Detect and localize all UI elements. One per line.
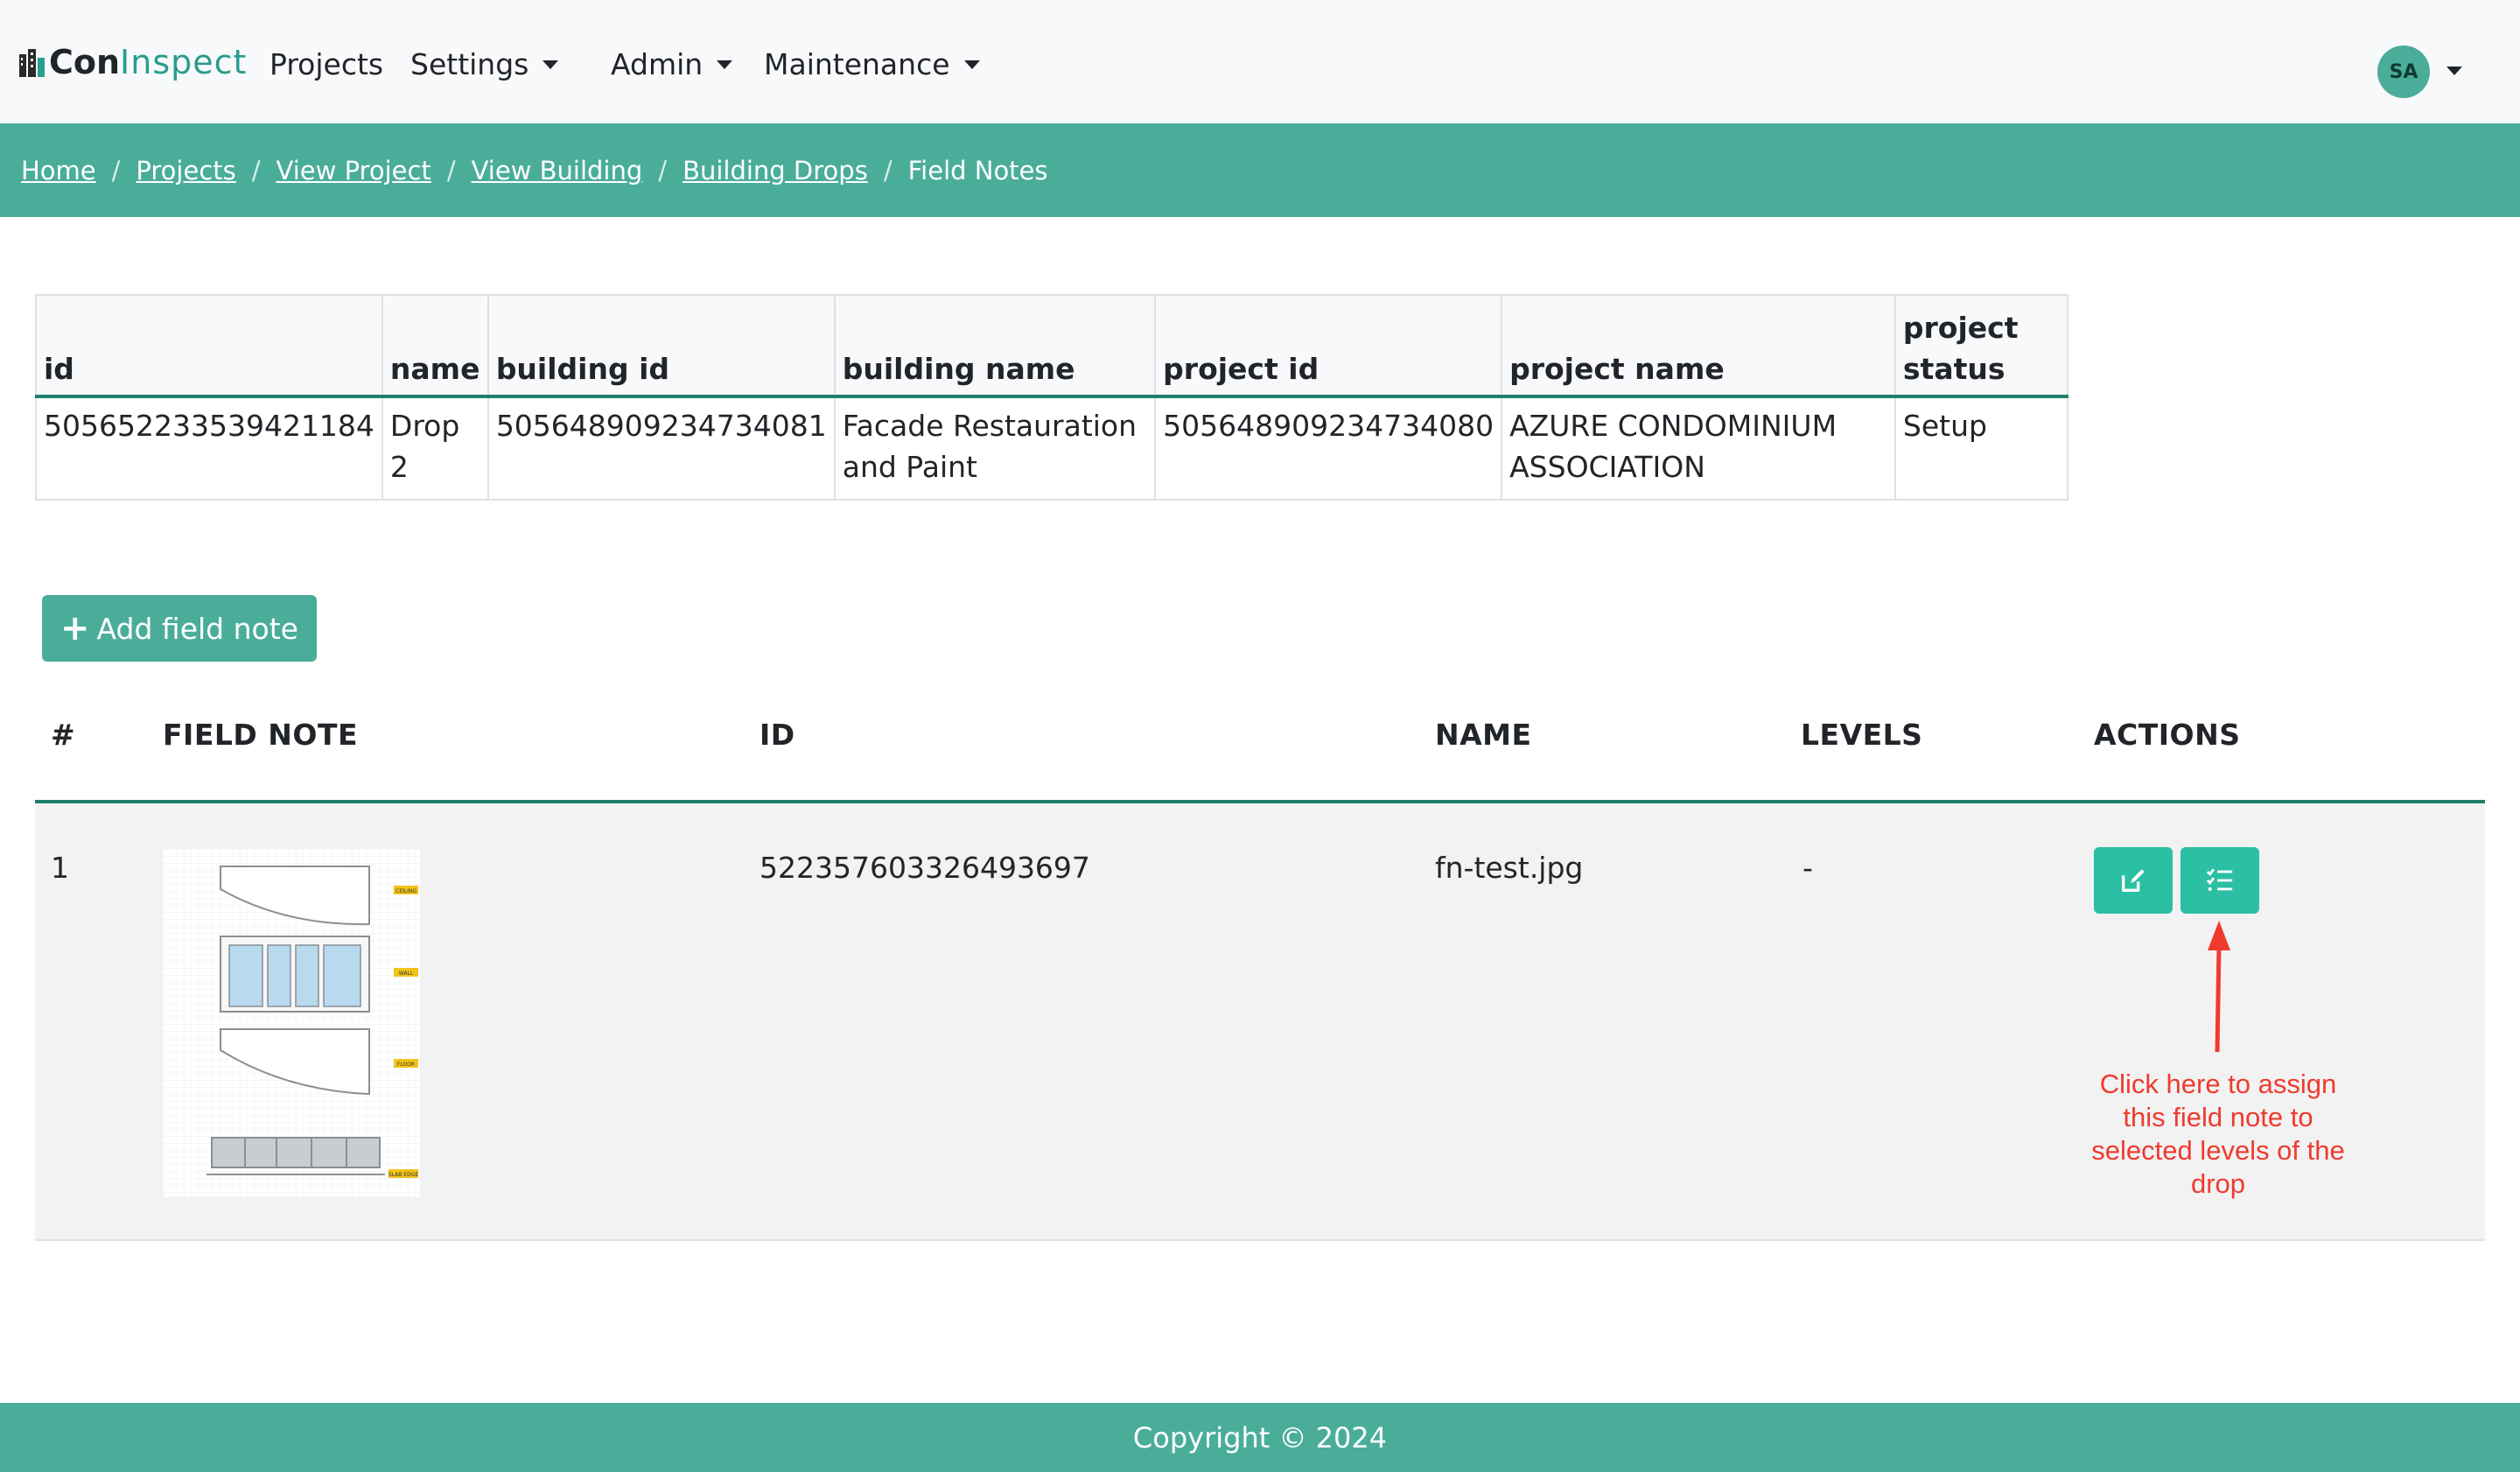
- column-header: name: [381, 294, 489, 398]
- chevron-down-icon: [717, 60, 733, 69]
- field-note-image: CEILING WALL FLOOR SLAB EDGE: [163, 849, 420, 1197]
- column-header-name: NAME: [1435, 718, 1532, 752]
- field-notes-table-header: # FIELD NOTE ID NAME LEVELS ACTIONS: [35, 700, 2485, 803]
- svg-text:FLOOR: FLOOR: [397, 1062, 415, 1068]
- breadcrumb-separator: /: [111, 156, 121, 186]
- column-header-num: #: [51, 718, 76, 752]
- annotation-arrow-icon: [2208, 921, 2230, 1053]
- chevron-down-icon: [542, 60, 559, 69]
- brand-logo[interactable]: Con Inspect: [19, 42, 247, 82]
- nav-projects[interactable]: Projects: [270, 47, 383, 81]
- table-row: 505652233539421184 Drop 2 50564890923473…: [35, 396, 2069, 501]
- breadcrumb-current: Field Notes: [907, 156, 1048, 186]
- checklist-icon: [2206, 868, 2233, 891]
- svg-text:SLAB EDGE: SLAB EDGE: [388, 1172, 418, 1178]
- nav-maintenance-label: Maintenance: [764, 47, 950, 81]
- breadcrumb-separator: /: [446, 156, 456, 186]
- svg-text:CEILING: CEILING: [396, 888, 416, 894]
- breadcrumb: Home / Projects / View Project / View Bu…: [21, 156, 1048, 186]
- copyright-text: Copyright © 2024: [1132, 1420, 1388, 1454]
- breadcrumb-separator: /: [658, 156, 668, 186]
- project-id-cell: 505648909234734080: [1154, 396, 1503, 501]
- edit-field-note-button[interactable]: [2094, 847, 2173, 914]
- annotation-callout: Click here to assign this field note to …: [2091, 1069, 2345, 1199]
- top-navbar: Con Inspect Projects Settings Admin Main…: [0, 0, 2520, 123]
- svg-text:WALL: WALL: [399, 971, 414, 977]
- add-field-note-label: Add field note: [96, 611, 298, 646]
- breadcrumb-bar: Home / Projects / View Project / View Bu…: [0, 123, 2520, 217]
- building-id-cell: 505648909234734081: [486, 396, 836, 501]
- project-status-cell: Setup: [1894, 396, 2069, 501]
- field-note-id: 522357603326493697: [760, 851, 1090, 885]
- assign-levels-button[interactable]: [2180, 847, 2259, 914]
- column-header: project name: [1501, 294, 1896, 398]
- user-menu-chevron-icon[interactable]: [2446, 67, 2462, 75]
- add-field-note-button[interactable]: + Add field note: [42, 595, 317, 662]
- breadcrumb-separator: /: [883, 156, 892, 186]
- nav-settings-dropdown[interactable]: Settings: [410, 47, 559, 81]
- column-header: id: [35, 294, 383, 398]
- drop-info-table: id name building id building name projec…: [35, 294, 2069, 501]
- row-number: 1: [51, 851, 69, 885]
- drop-name-cell: Drop 2: [381, 396, 489, 501]
- table-header-row: id name building id building name projec…: [35, 294, 2069, 398]
- column-header-field-note: FIELD NOTE: [163, 718, 358, 752]
- brand-text-inspect: Inspect: [120, 43, 248, 81]
- plus-icon: +: [60, 608, 90, 648]
- breadcrumb-home[interactable]: Home: [21, 156, 96, 186]
- column-header: project status: [1894, 294, 2069, 398]
- column-header: building name: [833, 294, 1157, 398]
- column-header-id: ID: [760, 718, 795, 752]
- field-note-thumbnail[interactable]: CEILING WALL FLOOR SLAB EDGE: [163, 849, 420, 1197]
- chevron-down-icon: [963, 60, 980, 69]
- column-header-actions: ACTIONS: [2094, 718, 2241, 752]
- building-name-cell: Facade Restauration and Paint: [833, 396, 1157, 501]
- field-note-levels: -: [1802, 851, 1813, 885]
- field-note-name: fn-test.jpg: [1435, 851, 1584, 885]
- user-avatar[interactable]: SA: [2377, 46, 2430, 98]
- breadcrumb-separator: /: [251, 156, 261, 186]
- nav-admin-dropdown[interactable]: Admin: [611, 47, 733, 81]
- footer: Copyright © 2024: [0, 1403, 2520, 1472]
- project-name-cell: AZURE CONDOMINIUM ASSOCIATION: [1501, 396, 1896, 501]
- breadcrumb-building-drops[interactable]: Building Drops: [682, 156, 868, 186]
- edit-icon: [2121, 869, 2145, 893]
- breadcrumb-projects[interactable]: Projects: [136, 156, 235, 186]
- nav-admin-label: Admin: [611, 47, 704, 81]
- nav-settings-label: Settings: [410, 47, 529, 81]
- nav-maintenance-dropdown[interactable]: Maintenance: [764, 47, 980, 81]
- building-icon: [19, 49, 45, 77]
- column-header: building id: [486, 294, 836, 398]
- nav-projects-label: Projects: [270, 47, 384, 81]
- drop-id-cell: 505652233539421184: [35, 396, 383, 501]
- column-header: project id: [1154, 294, 1503, 398]
- column-header-levels: LEVELS: [1801, 718, 1923, 752]
- brand-text-con: Con: [49, 43, 121, 81]
- breadcrumb-view-building[interactable]: View Building: [472, 156, 643, 186]
- breadcrumb-view-project[interactable]: View Project: [276, 156, 431, 186]
